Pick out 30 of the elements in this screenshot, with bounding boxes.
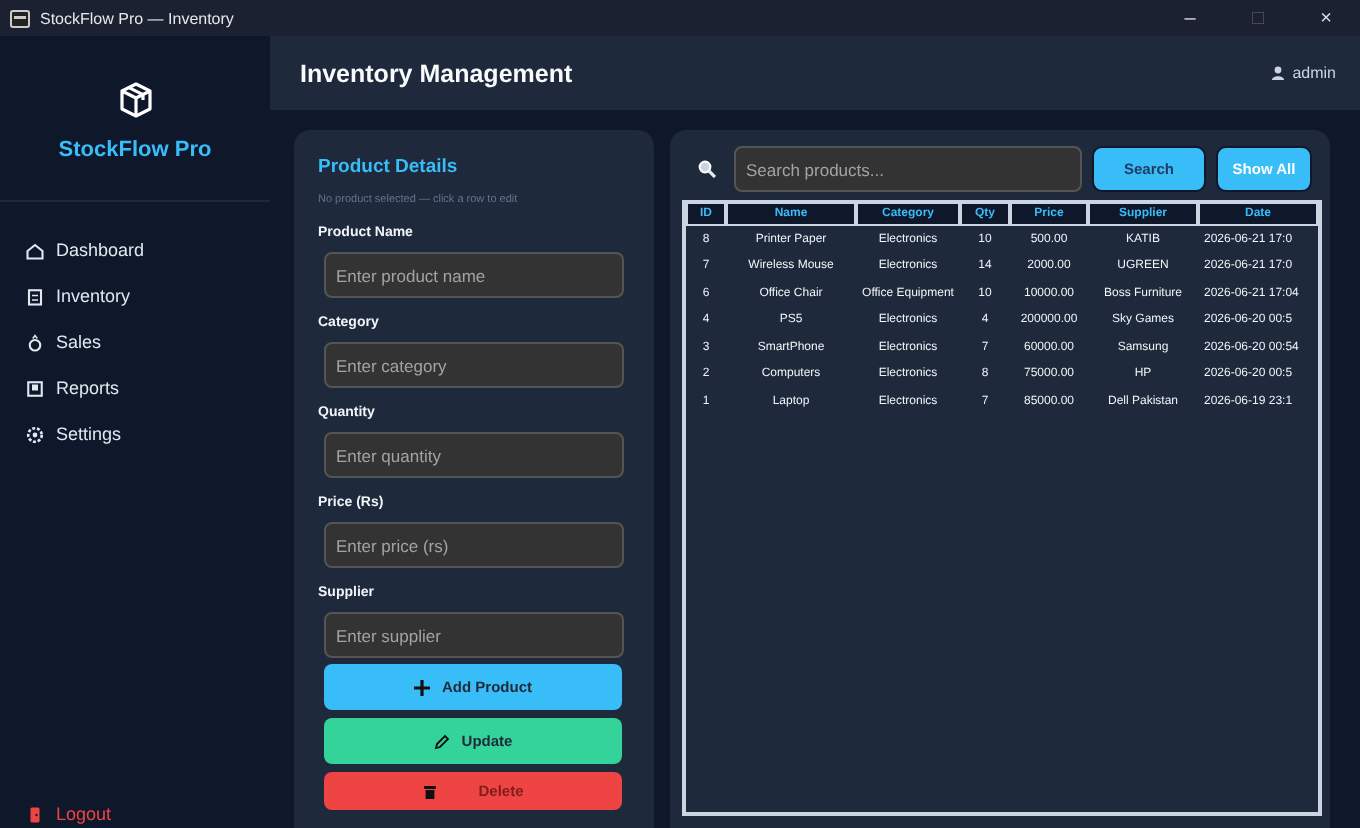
form-title: Product Details [318,156,460,178]
logout-link[interactable]: Logout [56,804,112,824]
input-field[interactable]: Enter quantity [324,432,624,478]
page-title: Inventory Management [300,59,575,87]
home-icon [26,241,44,259]
user-icon [1272,66,1285,80]
box-icon [115,80,155,120]
pencil-icon [433,733,450,749]
search-field[interactable]: Search products... [734,146,1082,192]
nav-item[interactable]: Dashboard [56,240,145,260]
nav-item[interactable]: Sales [56,332,102,352]
app-icon [10,9,30,27]
trash-icon [422,783,439,799]
nav-item[interactable]: Settings [56,424,122,444]
door-icon [26,805,44,823]
window-title: StockFlow Pro — Inventory [40,9,236,27]
username: admin [1292,64,1336,82]
close-button[interactable]: × [1292,7,1360,29]
input-field[interactable]: Enter product name [324,252,624,298]
nav-item[interactable]: Reports [56,378,120,398]
clipboard-icon [26,287,44,305]
app-name: StockFlow Pro [58,138,212,162]
search-icon [698,160,716,178]
nav-item[interactable]: Inventory [56,286,131,306]
plus-icon [414,679,430,695]
input-field[interactable]: Enter category [324,342,624,388]
settings-icon [26,425,44,443]
input-field[interactable]: Enter supplier [324,612,624,658]
minimize-button[interactable]: – [1156,7,1224,29]
input-field[interactable]: Enter price (rs) [324,522,624,568]
